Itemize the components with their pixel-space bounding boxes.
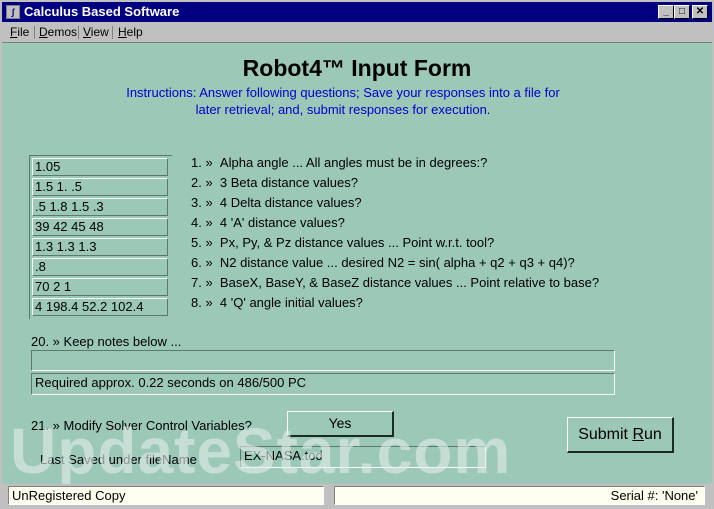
instructions-line-2: later retrieval; and, submit responses f… — [195, 102, 491, 117]
question-number: 1. » — [191, 155, 213, 170]
answer-5-input[interactable]: 1.3 1.3 1.3 — [32, 238, 168, 256]
submit-run-button[interactable]: Submit Run — [567, 417, 674, 453]
answer-2-input[interactable]: 1.5 1. .5 — [32, 178, 168, 196]
question-text: Alpha angle ... All angles must be in de… — [219, 155, 488, 170]
question-3: 3. » 4 Delta distance values? — [191, 195, 362, 211]
question-text: 3 Beta distance values? — [219, 175, 358, 190]
notes-input-1[interactable] — [31, 350, 615, 371]
answers-panel: 1.05 1.5 1. .5 .5 1.8 1.5 .3 39 42 45 48… — [29, 155, 172, 319]
app-icon[interactable]: ∫ — [6, 5, 20, 19]
question-2: 2. » 3 Beta distance values? — [191, 175, 358, 191]
question-text: 4 'Q' angle initial values? — [219, 295, 363, 310]
question-number: 6. » — [191, 255, 213, 270]
question-text: 4 Delta distance values? — [219, 195, 362, 210]
instructions-line-1: Instructions: Answer following questions… — [126, 85, 560, 100]
answer-7-input[interactable]: 70 2 1 — [32, 278, 168, 296]
question-4: 4. » 4 'A' distance values? — [191, 215, 345, 231]
question-7: 7. » BaseX, BaseY, & BaseZ distance valu… — [191, 275, 599, 291]
answer-3-input[interactable]: .5 1.8 1.5 .3 — [32, 198, 168, 216]
question-text: Px, Py, & Pz distance values ... Point w… — [219, 235, 495, 250]
registration-status: UnRegistered Copy — [8, 486, 324, 505]
question-8: 8. » 4 'Q' angle initial values? — [191, 295, 363, 311]
question-5: 5. » Px, Py, & Pz distance values ... Po… — [191, 235, 494, 251]
status-bar: UnRegistered Copy Serial #: 'None' — [2, 484, 712, 507]
close-button[interactable]: ✕ — [692, 5, 708, 19]
question-text: 4 'A' distance values? — [219, 215, 345, 230]
menu-separator — [78, 26, 79, 39]
question-number: 5. » — [191, 235, 213, 250]
question-1: 1. » Alpha angle ... All angles must be … — [191, 155, 487, 171]
question-6: 6. » N2 distance value ... desired N2 = … — [191, 255, 575, 271]
menu-demos[interactable]: Demos — [39, 25, 77, 39]
notes-input-2[interactable]: Required approx. 0.22 seconds on 486/500… — [31, 373, 615, 395]
menu-view[interactable]: View — [83, 25, 109, 39]
question-number: 7. » — [191, 275, 213, 290]
question-number: 2. » — [191, 175, 213, 190]
menu-file[interactable]: File — [10, 25, 29, 39]
notes-label: 20. » Keep notes below ... — [31, 334, 182, 349]
watermark: UpdateStar.com — [10, 415, 512, 487]
answer-1-input[interactable]: 1.05 — [32, 158, 168, 176]
minimize-button[interactable]: _ — [658, 5, 674, 19]
title-bar[interactable]: ∫ Calculus Based Software _ □ ✕ — [2, 2, 712, 22]
menu-help[interactable]: Help — [118, 25, 143, 39]
question-number: 3. » — [191, 195, 213, 210]
answer-4-input[interactable]: 39 42 45 48 — [32, 218, 168, 236]
answer-6-input[interactable]: .8 — [32, 258, 168, 276]
window-title: Calculus Based Software — [24, 4, 180, 19]
form-area: Robot4™ Input Form Instructions: Answer … — [2, 43, 712, 507]
question-number: 4. » — [191, 215, 213, 230]
answer-8-input[interactable]: 4 198.4 52.2 102.4 — [32, 298, 168, 316]
menu-separator — [34, 26, 35, 39]
question-text: N2 distance value ... desired N2 = sin( … — [219, 255, 575, 270]
menu-bar: File Demos View Help — [2, 22, 712, 43]
instructions: Instructions: Answer following questions… — [98, 84, 588, 118]
maximize-button[interactable]: □ — [674, 5, 690, 19]
question-text: BaseX, BaseY, & BaseZ distance values ..… — [219, 275, 600, 290]
serial-status: Serial #: 'None' — [334, 486, 705, 505]
app-window: ∫ Calculus Based Software _ □ ✕ File Dem… — [0, 0, 714, 509]
menu-separator — [112, 26, 113, 39]
form-title: Robot4™ Input Form — [242, 55, 472, 81]
question-number: 8. » — [191, 295, 213, 310]
